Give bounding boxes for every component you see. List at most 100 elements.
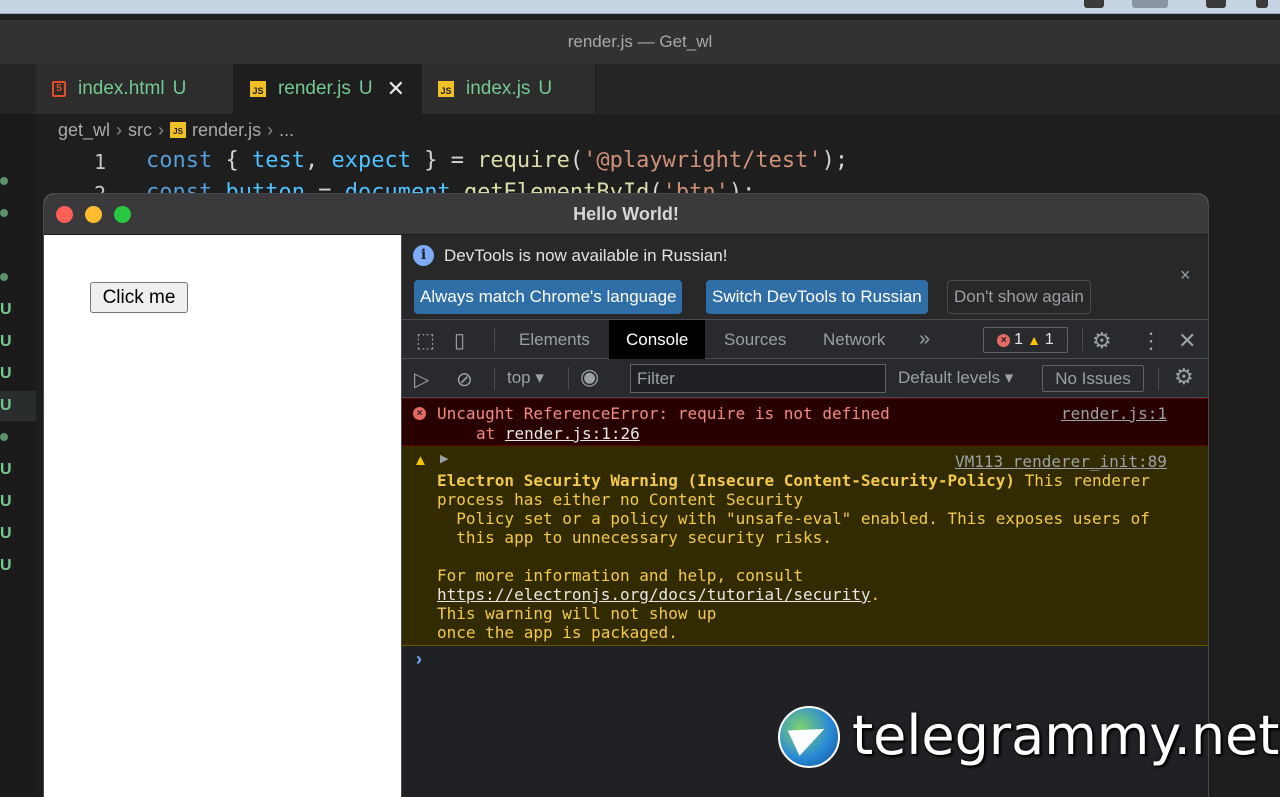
html-file-icon: 5 [52, 81, 66, 97]
sidebar-toggle-icon[interactable]: ▷ [414, 367, 429, 392]
menubar-icon[interactable] [1132, 0, 1168, 8]
untracked-badge: U [358, 78, 373, 99]
tab-sources[interactable]: Sources [707, 320, 803, 359]
close-icon[interactable]: ✕ [387, 76, 405, 102]
system-menu-bar [0, 0, 1280, 14]
click-me-button[interactable]: Click me [90, 282, 188, 313]
divider [568, 367, 569, 390]
tab-index-js[interactable]: JS index.js U [422, 64, 596, 114]
close-window-button[interactable] [56, 206, 73, 223]
chevron-right-icon: › [158, 119, 165, 140]
no-issues-button[interactable]: No Issues [1042, 365, 1144, 392]
tab-index-html[interactable]: 5 index.html U [36, 64, 234, 114]
git-untracked-mark: U [0, 557, 12, 574]
warning-text: This warning will not show up [437, 604, 717, 623]
menubar-icon[interactable] [1256, 0, 1268, 8]
git-untracked-mark: U [0, 333, 12, 350]
git-untracked-mark: U [0, 461, 12, 478]
warning-text: This renderer [1014, 471, 1150, 490]
warning-text: this app to unnecessary security risks. [437, 528, 832, 547]
divider [494, 367, 495, 390]
live-expression-eye-icon[interactable]: ◉ [580, 364, 599, 390]
warning-source-link[interactable]: VM113 renderer_init:89 [955, 452, 1167, 471]
language-infobar: i DevTools is now available in Russian! … [402, 235, 1208, 320]
clear-console-icon[interactable]: ⊘ [456, 367, 473, 392]
log-levels-dropdown[interactable]: Default levels ▾ [898, 368, 1013, 388]
git-change-dot [0, 209, 8, 217]
switch-to-russian-button[interactable]: Switch DevTools to Russian [706, 280, 928, 314]
code-line[interactable]: const { test, expect } = require('@playw… [146, 148, 848, 173]
breadcrumb-item[interactable]: src [128, 120, 152, 141]
js-file-icon: JS [438, 81, 454, 97]
minimize-window-button[interactable] [85, 206, 102, 223]
warning-icon: ▲ [413, 452, 428, 469]
line-number: 1 [94, 150, 107, 174]
context-selector[interactable]: top ▾ [507, 368, 544, 388]
tab-label: index.html [78, 78, 165, 99]
filter-input[interactable] [630, 364, 886, 393]
app-page-content: Click me [44, 235, 401, 797]
git-untracked-mark: U [0, 365, 12, 382]
chevron-right-icon: › [116, 119, 123, 140]
infobar-message: DevTools is now available in Russian! [444, 246, 728, 265]
git-change-dot [0, 433, 8, 441]
js-file-icon: JS [170, 122, 187, 138]
levels-label: Default levels [898, 368, 1001, 387]
issue-counter[interactable]: × 1 ▲ 1 [983, 327, 1068, 353]
divider [1158, 367, 1159, 390]
close-icon[interactable]: × [1180, 265, 1191, 286]
always-match-language-button[interactable]: Always match Chrome's language [414, 280, 683, 314]
stack-at-label: at [476, 424, 505, 443]
warning-count: 1 [1044, 331, 1054, 348]
untracked-badge: U [538, 78, 553, 99]
git-change-dot [0, 177, 8, 185]
editor-tab-bar: … 5 index.html U JS render.js U ✕ JS ind… [0, 64, 1280, 143]
git-change-dot [0, 273, 8, 281]
dont-show-again-button[interactable]: Don't show again [947, 280, 1091, 314]
breadcrumb-item[interactable]: render.js [192, 120, 261, 141]
console-error-message: × Uncaught ReferenceError: require is no… [402, 398, 1208, 446]
git-untracked-mark: U [0, 301, 12, 318]
divider [1082, 328, 1083, 351]
console-prompt[interactable]: › [416, 649, 422, 670]
security-docs-link[interactable]: https://electronjs.org/docs/tutorial/sec… [437, 585, 870, 604]
maximize-window-button[interactable] [114, 206, 131, 223]
close-devtools-icon[interactable]: ✕ [1178, 328, 1196, 354]
watermark-text: telegrammy.net [852, 704, 1280, 767]
divider [494, 328, 495, 351]
tab-console[interactable]: Console [609, 320, 706, 359]
app-window-title: Hello World! [44, 194, 1208, 235]
error-icon: × [413, 407, 426, 420]
breadcrumb-item[interactable]: get_wl [58, 120, 110, 141]
stack-frame-link[interactable]: render.js:1:26 [505, 424, 640, 443]
breadcrumb: get_wl › src › JS render.js › ... [58, 118, 294, 142]
info-icon: i [413, 245, 434, 266]
settings-gear-icon[interactable]: ⚙ [1092, 328, 1112, 354]
menubar-icon[interactable] [1206, 0, 1226, 8]
warning-text: For more information and help, consult [437, 566, 804, 585]
console-settings-gear-icon[interactable]: ⚙ [1174, 364, 1194, 390]
error-source-link[interactable]: render.js:1 [1061, 404, 1167, 423]
expand-triangle-icon[interactable]: ▶ [440, 452, 448, 465]
tab-label: index.js [466, 78, 531, 99]
tab-elements[interactable]: Elements [502, 320, 607, 359]
tab-network[interactable]: Network [806, 320, 902, 359]
menubar-icon[interactable] [1084, 0, 1104, 8]
chevron-down-icon: ▾ [535, 368, 544, 387]
tab-render-js[interactable]: JS render.js U ✕ [234, 64, 422, 114]
device-toolbar-icon[interactable]: ▯ [454, 328, 465, 353]
inspect-element-icon[interactable]: ⬚ [416, 328, 435, 353]
warning-icon: ▲ [1027, 332, 1041, 348]
more-tabs-icon[interactable]: » [902, 320, 947, 359]
more-options-icon[interactable]: ⋮ [1140, 328, 1162, 354]
console-warning-message: ▲ ▶ VM113 renderer_init:89 Electron Secu… [402, 446, 1208, 646]
warning-title: Electron Security Warning (Insecure Cont… [437, 471, 1015, 490]
chevron-right-icon: › [267, 119, 274, 140]
context-value: top [507, 368, 531, 387]
warning-text: Policy set or a policy with "unsafe-eval… [437, 509, 1150, 528]
devtools-tab-bar: ⬚ ▯ Elements Console Sources Network » ×… [402, 320, 1208, 359]
git-untracked-mark: U [0, 397, 12, 414]
breadcrumb-item[interactable]: ... [279, 120, 294, 141]
js-file-icon: JS [250, 81, 266, 97]
tab-label: render.js [277, 78, 351, 99]
